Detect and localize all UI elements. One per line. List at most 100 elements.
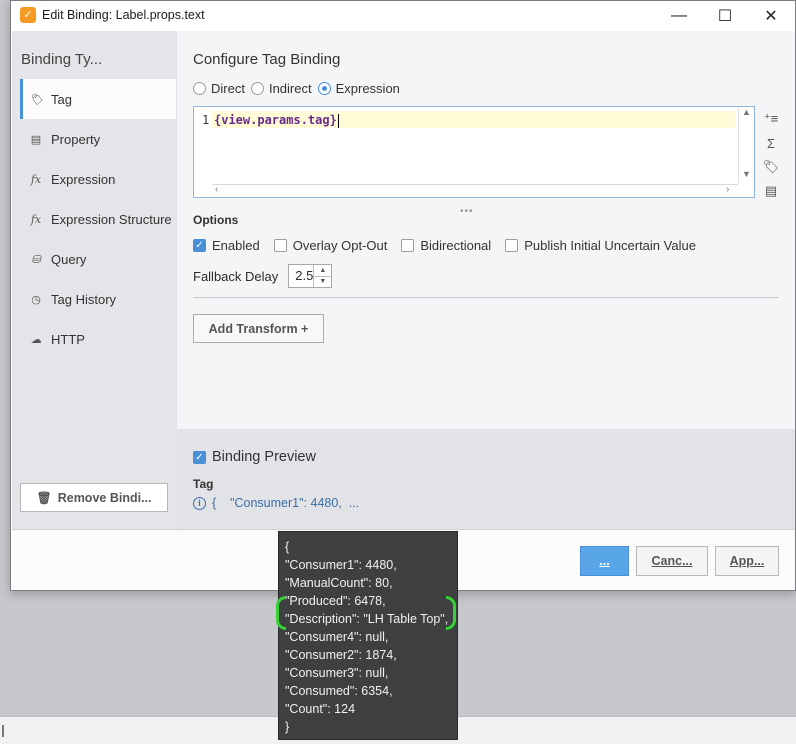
- radio-indirect-label[interactable]: Indirect: [269, 81, 312, 96]
- tooltip-line: "Produced": 6478,: [285, 594, 386, 608]
- sidebar-item-label: Tag: [51, 91, 72, 107]
- fallback-delay-value[interactable]: 2.5: [289, 265, 313, 287]
- tooltip-line: "Consumed": 6354,: [285, 684, 393, 698]
- decrement-icon[interactable]: ▼: [314, 277, 331, 288]
- trash-icon: 🗑: [36, 490, 52, 505]
- highlight-annotation-right: [446, 596, 456, 630]
- sidebar-item-property[interactable]: ▤ Property: [20, 119, 176, 159]
- tag-icon: 🏷: [29, 92, 43, 106]
- sidebar-item-expression[interactable]: fx Expression: [20, 159, 176, 199]
- code-content[interactable]: {view.params.tag}: [214, 113, 339, 128]
- radio-expression[interactable]: [317, 82, 331, 95]
- taskbar-marker: [2, 725, 4, 737]
- options-title: Options: [193, 213, 239, 227]
- cancel-button[interactable]: Canc...: [636, 546, 708, 576]
- tooltip-line: "Consumer2": 1874,: [285, 648, 397, 662]
- tooltip-line: }: [285, 720, 290, 734]
- property-icon: ▤: [30, 132, 42, 146]
- bidirectional-checkbox[interactable]: [401, 239, 415, 252]
- sidebar-item-label: Property: [51, 131, 101, 147]
- increment-icon[interactable]: ▲: [314, 265, 332, 277]
- radio-indirect[interactable]: [250, 82, 264, 95]
- tooltip-line: "Consumer3": null,: [285, 666, 389, 680]
- preview-tooltip: { "Consumer1": 4480, "ManualCount": 80, …: [278, 531, 458, 740]
- remove-binding-button[interactable]: 🗑 Remove Bindi...: [20, 483, 168, 512]
- line-number: 1: [202, 113, 210, 127]
- expression-editor[interactable]: 1 {view.params.tag} ▲ ▼ ‹ ›: [193, 106, 755, 198]
- resize-grip-icon[interactable]: •••: [460, 206, 474, 217]
- tooltip-line: "Consumer4": null,: [285, 630, 389, 644]
- binding-preview-checkbox[interactable]: ✓: [193, 450, 206, 464]
- sidebar-item-label: Expression: [51, 171, 116, 187]
- sidebar-item-label: Expression Structure: [51, 211, 172, 227]
- close-button[interactable]: ✕: [748, 1, 794, 30]
- sidebar-item-http[interactable]: ☁ HTTP: [20, 319, 176, 359]
- info-icon[interactable]: i: [193, 496, 206, 510]
- bidirectional-label[interactable]: Bidirectional: [420, 238, 491, 253]
- preview-value-text: { "Consumer1": 4480, ...: [212, 496, 360, 510]
- tooltip-line: {: [285, 540, 290, 554]
- fx-icon: fx: [30, 212, 42, 226]
- add-transform-button[interactable]: Add Transform +: [193, 314, 324, 343]
- clock-icon: ◷: [31, 292, 41, 306]
- overlay-opt-out-checkbox[interactable]: [273, 239, 287, 252]
- cloud-icon: ☁: [30, 332, 42, 346]
- scroll-down-icon[interactable]: ▼: [742, 169, 751, 179]
- sidebar-item-label: Tag History: [51, 291, 117, 307]
- overlay-opt-out-label[interactable]: Overlay Opt-Out: [293, 238, 388, 253]
- editor-toolbar: ⁺≡ Σ 🏷 ▤: [762, 107, 780, 203]
- sidebar-item-tag[interactable]: 🏷 Tag: [20, 79, 176, 119]
- remove-binding-label: Remove Bindi...: [57, 490, 152, 505]
- edit-binding-dialog: ✓ Edit Binding: Label.props.text — ☐ ✕ B…: [10, 0, 796, 591]
- fallback-delay-stepper[interactable]: 2.5 ▲ ▼: [288, 264, 333, 288]
- divider: [193, 297, 779, 298]
- binding-preview-toggle: ✓ Binding Preview: [193, 449, 316, 465]
- tooltip-line: "Description": "LH Table Top",: [285, 612, 449, 626]
- tag-icon[interactable]: 🏷: [762, 155, 780, 179]
- scroll-up-icon[interactable]: ▲: [742, 107, 751, 117]
- radio-direct-label[interactable]: Direct: [211, 81, 245, 96]
- minimize-button[interactable]: —: [656, 1, 702, 30]
- binding-mode-group: Direct Indirect Expression: [193, 81, 406, 96]
- sidebar-item-query[interactable]: ⛁ Query: [20, 239, 176, 279]
- maximize-button[interactable]: ☐: [702, 1, 748, 30]
- sidebar-item-expression-structure[interactable]: fx Expression Structure: [20, 199, 176, 239]
- tooltip-line: "Count": 124: [285, 702, 356, 716]
- stepper-buttons: ▲ ▼: [313, 265, 332, 288]
- list-icon[interactable]: ▤: [762, 179, 780, 203]
- app-logo-icon: ✓: [20, 7, 36, 23]
- sidebar-item-label: HTTP: [51, 331, 85, 347]
- sidebar-item-tag-history[interactable]: ◷ Tag History: [20, 279, 176, 319]
- vertical-scrollbar[interactable]: ▲ ▼: [738, 107, 754, 183]
- configure-panel: Configure Tag Binding Direct Indirect Ex…: [177, 31, 795, 429]
- tooltip-line: "ManualCount": 80,: [285, 576, 393, 590]
- enabled-checkbox[interactable]: ✓: [193, 239, 206, 252]
- radio-direct[interactable]: [193, 82, 206, 95]
- sidebar-title: Binding Ty...: [21, 51, 103, 68]
- radio-expression-label[interactable]: Expression: [336, 81, 400, 96]
- enabled-label[interactable]: Enabled: [212, 238, 260, 253]
- publish-initial-uncertain-label[interactable]: Publish Initial Uncertain Value: [524, 238, 696, 253]
- ok-button[interactable]: ...: [580, 546, 629, 576]
- scroll-left-icon[interactable]: ‹: [215, 184, 218, 195]
- sigma-icon[interactable]: Σ: [762, 131, 780, 155]
- binding-preview-panel: ✓ Binding Preview Tag i { "Consumer1": 4…: [177, 429, 795, 529]
- window-title: Edit Binding: Label.props.text: [42, 8, 205, 22]
- scroll-right-icon[interactable]: ›: [726, 184, 729, 195]
- preview-tag-label: Tag: [193, 477, 214, 491]
- fallback-delay-row: Fallback Delay 2.5 ▲ ▼: [193, 264, 333, 288]
- title-bar[interactable]: ✓ Edit Binding: Label.props.text — ☐ ✕: [11, 1, 795, 30]
- tooltip-line: "Consumer1": 4480,: [285, 558, 397, 572]
- binding-preview-label[interactable]: Binding Preview: [212, 449, 316, 465]
- insert-property-icon[interactable]: ⁺≡: [762, 107, 780, 131]
- publish-initial-uncertain-checkbox[interactable]: [505, 239, 519, 252]
- horizontal-scrollbar[interactable]: ‹ ›: [212, 184, 738, 197]
- binding-type-sidebar: Binding Ty... 🏷 Tag ▤ Property fx Expres…: [12, 31, 177, 529]
- page-title: Configure Tag Binding: [193, 51, 341, 68]
- preview-value: i { "Consumer1": 4480, ...: [193, 496, 359, 510]
- text-caret: [337, 113, 339, 128]
- code-text: {view.params.tag}: [214, 113, 337, 127]
- apply-button[interactable]: App...: [715, 546, 779, 576]
- fallback-delay-label: Fallback Delay: [193, 268, 279, 284]
- database-icon: ⛁: [31, 252, 41, 266]
